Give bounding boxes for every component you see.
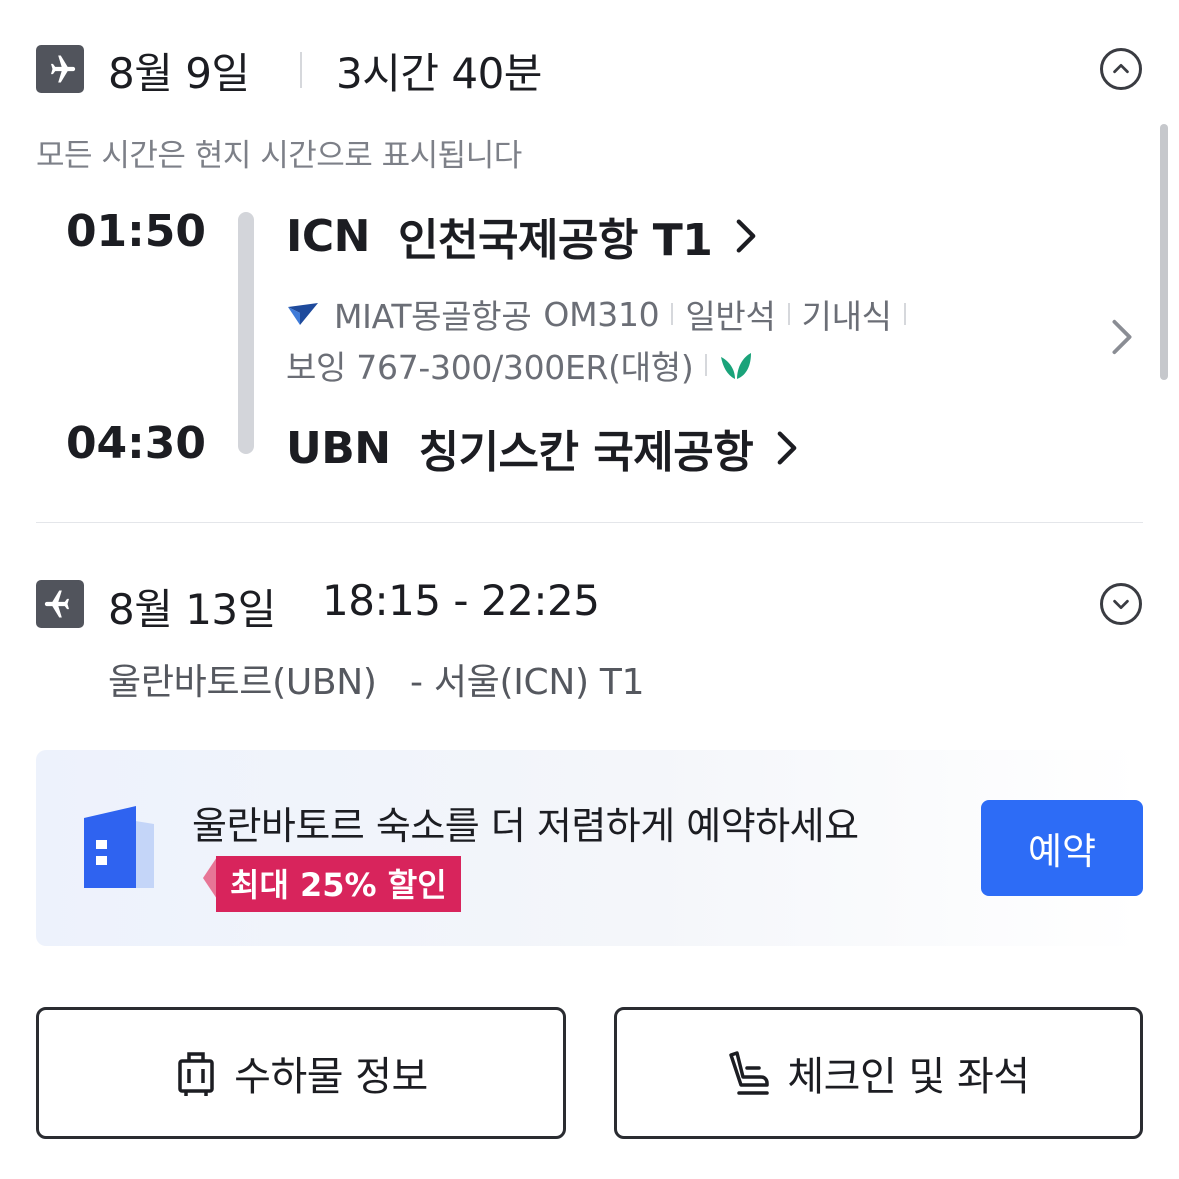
- collapse-button[interactable]: [1100, 48, 1142, 90]
- return-origin: 울란바토르(UBN): [108, 662, 377, 703]
- outbound-date: 8월 9일: [108, 49, 250, 98]
- flight-info-line2: 보잉 767-300/300ER(대형): [286, 341, 753, 389]
- discount-badge: 최대 25% 할인: [216, 856, 461, 912]
- luggage-icon: [178, 1052, 214, 1096]
- chevron-right-icon: [736, 219, 756, 253]
- arrival-airport-name: 칭기스칸 국제공항: [418, 427, 754, 478]
- meal-info: 기내식: [801, 297, 892, 336]
- info-separator: [903, 303, 906, 325]
- leaf-icon: [721, 353, 752, 379]
- return-time-range: 18:15 - 22:25: [322, 576, 600, 625]
- badge-tail: [203, 857, 217, 899]
- plane-icon: [36, 45, 84, 93]
- header-separator: [300, 52, 302, 88]
- departure-airport-link[interactable]: ICN 인천국제공항 T1: [286, 204, 758, 268]
- aircraft-type: 보잉 767-300/300ER(대형): [286, 348, 694, 387]
- baggage-info-button[interactable]: 수하물 정보: [36, 1007, 566, 1139]
- departure-time: 01:50: [65, 206, 206, 257]
- plane-icon: [36, 580, 84, 628]
- hotel-icon: [84, 806, 158, 894]
- info-separator: [671, 303, 674, 325]
- cabin-class: 일반석: [685, 297, 776, 336]
- chevron-down-icon: [1113, 599, 1129, 610]
- local-time-note: 모든 시간은 현지 시간으로 표시됩니다: [36, 138, 522, 174]
- flight-details-button[interactable]: [1110, 318, 1134, 360]
- chevron-up-icon: [1113, 63, 1129, 74]
- flight-timeline: [238, 212, 254, 454]
- expand-button[interactable]: [1100, 583, 1142, 625]
- scrollbar-thumb[interactable]: [1160, 124, 1168, 380]
- return-destination: - 서울(ICN) T1: [410, 662, 645, 703]
- departure-airport-name: 인천국제공항 T1: [398, 215, 713, 266]
- outbound-duration: 3시간 40분: [336, 49, 542, 98]
- return-date: 8월 13일: [108, 585, 276, 634]
- promo-text: 울란바토르 숙소를 더 저렴하게 예약하세요: [192, 804, 859, 848]
- baggage-info-label: 수하물 정보: [234, 1054, 428, 1100]
- arrival-airport-link[interactable]: UBN 칭기스칸 국제공항: [286, 416, 799, 480]
- info-separator: [705, 354, 708, 376]
- flight-number: OM310: [543, 294, 660, 334]
- arrival-code: UBN: [286, 422, 391, 474]
- chevron-right-icon: [1112, 319, 1132, 355]
- section-divider: [36, 522, 1143, 523]
- checkin-seat-label: 체크인 및 좌석: [787, 1054, 1030, 1100]
- chevron-right-icon: [777, 431, 797, 465]
- book-button[interactable]: 예약: [981, 800, 1143, 896]
- arrival-time: 04:30: [65, 418, 206, 469]
- airline-name: MIAT몽골항공: [334, 297, 532, 336]
- flight-info-line1: MIAT몽골항공 OM310 일반석 기내식: [286, 290, 918, 338]
- seat-icon: [729, 1051, 770, 1095]
- checkin-seat-button[interactable]: 체크인 및 좌석: [614, 1007, 1143, 1139]
- airline-logo-icon: [288, 303, 318, 325]
- departure-code: ICN: [286, 210, 371, 262]
- info-separator: [787, 303, 790, 325]
